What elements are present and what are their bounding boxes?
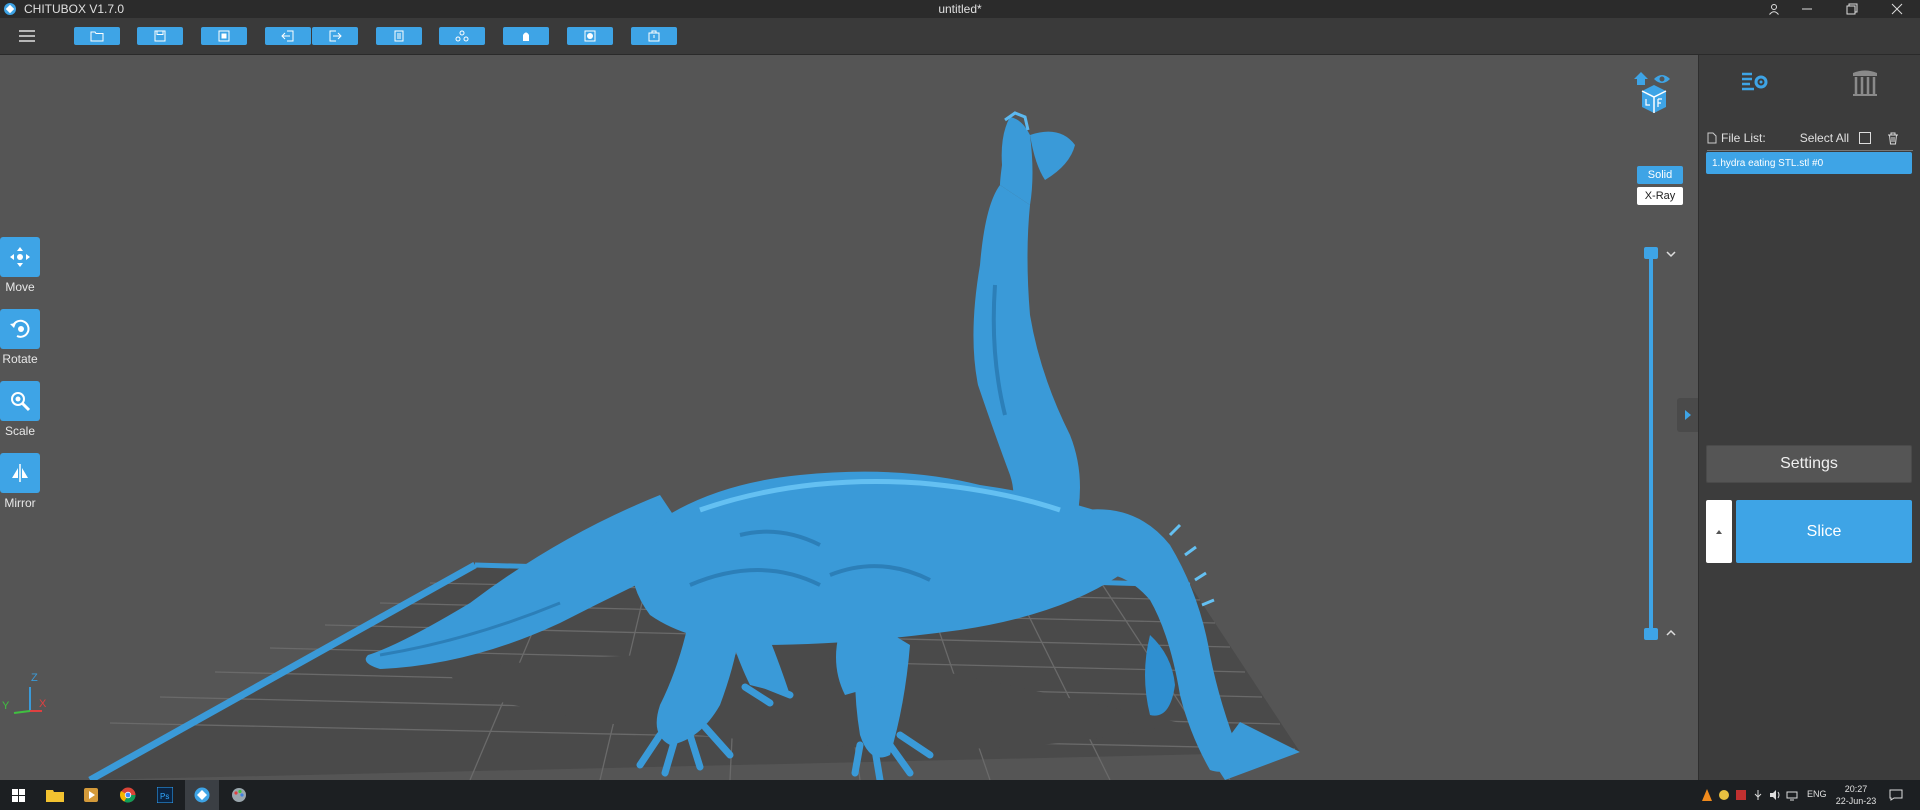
clock-time: 20:27 [1844, 784, 1868, 794]
windows-start-icon[interactable] [8, 785, 28, 805]
move-icon [10, 247, 30, 267]
move-tool[interactable]: Move [0, 237, 40, 294]
taskbar: Ps ENG 20:27 22-Jun-23 [0, 780, 1920, 810]
move-label: Move [5, 280, 35, 294]
media-player-icon[interactable] [81, 785, 101, 805]
chitubox-logo-icon [4, 3, 16, 15]
export-icon [329, 30, 342, 42]
export-button[interactable] [312, 27, 358, 45]
clock-date: 22-Jun-23 [1835, 796, 1877, 806]
chevron-up-icon[interactable] [1665, 628, 1677, 638]
layer-slider-track[interactable] [1649, 253, 1653, 633]
close-icon[interactable] [1877, 0, 1917, 18]
tab-supports[interactable] [1835, 63, 1895, 101]
file-list-header: File List: Select All [1707, 127, 1913, 151]
open-file-icon [90, 31, 104, 42]
package-button[interactable] [631, 27, 677, 45]
slice-options-button[interactable] [1706, 500, 1732, 563]
home-view-icon[interactable] [1634, 72, 1648, 85]
package-icon [648, 30, 660, 42]
chevron-down-icon[interactable] [1665, 249, 1677, 259]
rotate-label: Rotate [2, 352, 38, 366]
document-icon [1707, 132, 1717, 144]
axis-x-label: X [39, 698, 47, 710]
copy-button[interactable] [376, 27, 422, 45]
slice-button[interactable]: Slice [1736, 500, 1912, 563]
axis-y-label: Y [2, 700, 10, 712]
open-file-button[interactable] [74, 27, 120, 45]
restore-icon[interactable] [1832, 0, 1872, 18]
file-list-label: File List: [1721, 131, 1766, 145]
chrome-icon[interactable] [118, 785, 138, 805]
rotate-icon [10, 319, 30, 338]
copy-icon [394, 30, 404, 42]
collapse-panel-button[interactable] [1677, 398, 1698, 432]
drill-hole-button[interactable] [567, 27, 613, 45]
import-icon [281, 30, 294, 42]
auto-layout-icon [218, 30, 230, 42]
support-icon [455, 30, 469, 42]
move-button[interactable] [0, 237, 40, 277]
layer-slider-top-handle[interactable] [1644, 247, 1658, 259]
scale-icon [11, 392, 31, 412]
scale-button[interactable] [0, 381, 40, 421]
auto-layout-button[interactable] [201, 27, 247, 45]
paint-app-icon[interactable] [229, 785, 249, 805]
toolbar [0, 18, 1920, 55]
select-all-label[interactable]: Select All [1800, 131, 1849, 145]
caret-up-icon [1716, 529, 1722, 534]
minimize-icon[interactable] [1787, 0, 1827, 18]
drill-hole-icon [584, 30, 596, 42]
mirror-button[interactable] [0, 453, 40, 493]
hamburger-menu-icon[interactable] [18, 29, 36, 43]
play-arrow-icon [1685, 410, 1691, 420]
settings-button[interactable]: Settings [1706, 445, 1912, 483]
scene-render [13, 111, 1300, 780]
file-explorer-icon[interactable] [45, 785, 65, 805]
tray-network-icon[interactable] [1782, 785, 1802, 805]
svg-text:Ps: Ps [160, 792, 169, 801]
save-icon [154, 30, 166, 42]
rotate-tool[interactable]: Rotate [0, 309, 40, 366]
rotate-button[interactable] [0, 309, 40, 349]
mirror-tool[interactable]: Mirror [0, 453, 40, 510]
hollow-button[interactable] [503, 27, 549, 45]
slice-settings-icon [1742, 72, 1768, 91]
tray-language[interactable]: ENG [1807, 789, 1827, 799]
select-all-checkbox[interactable] [1859, 132, 1872, 144]
divider [1707, 150, 1913, 151]
support-button[interactable] [439, 27, 485, 45]
view-cube[interactable] [1632, 67, 1676, 117]
chitubox-taskbar-icon[interactable] [192, 785, 212, 805]
mirror-label: Mirror [4, 496, 36, 510]
photoshop-icon[interactable]: Ps [155, 785, 175, 805]
scale-label: Scale [4, 424, 36, 438]
scale-tool[interactable]: Scale [0, 381, 40, 438]
mirror-icon [12, 464, 28, 482]
file-list-item[interactable]: 1.hydra eating STL.stl #0 [1706, 152, 1912, 174]
right-panel: File List: Select All 1.hydra eating STL… [1698, 55, 1920, 780]
save-button[interactable] [137, 27, 183, 45]
solid-mode-button[interactable]: Solid [1637, 166, 1683, 184]
notification-icon[interactable] [1886, 785, 1906, 805]
hollow-icon [523, 32, 529, 41]
axis-gizmo [13, 687, 42, 714]
layer-slider-bottom-handle[interactable] [1644, 628, 1658, 640]
supports-icon [1853, 70, 1877, 96]
trash-icon[interactable] [1887, 132, 1899, 145]
axis-z-label: Z [31, 672, 38, 684]
xray-mode-button[interactable]: X-Ray [1637, 187, 1683, 205]
tray-clock[interactable]: 20:27 22-Jun-23 [1834, 783, 1878, 807]
title-bar: CHITUBOX V1.7.0 [0, 0, 1920, 18]
3d-viewport[interactable]: Z Y X Move Rotate Scale Mirror Solid X-R… [0, 55, 1698, 780]
import-button[interactable] [265, 27, 311, 45]
tab-slice-settings[interactable] [1725, 63, 1785, 101]
app-title: CHITUBOX V1.7.0 [24, 2, 125, 16]
